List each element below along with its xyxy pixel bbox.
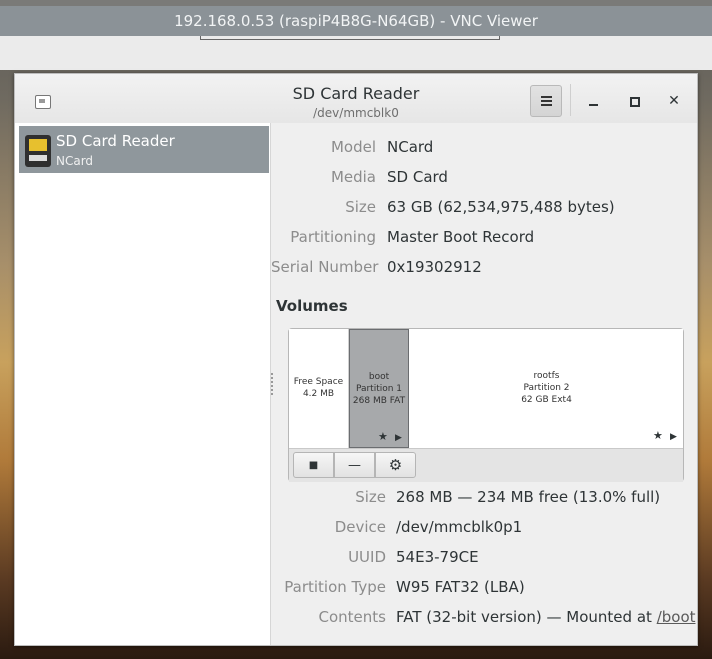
sd-card-icon [25, 135, 51, 167]
device-sidebar: SD Card Reader NCard [15, 123, 271, 645]
serial-number-label: Serial Number [271, 258, 379, 276]
volume-label: boot [368, 372, 390, 382]
unmount-button[interactable]: ■ [293, 452, 334, 478]
partition-type-label: Partition Type [284, 578, 386, 596]
volume-partition: Partition 2 [523, 383, 570, 393]
partition-type-value: W95 FAT32 (LBA) [396, 578, 525, 596]
mount-point-link[interactable]: /boot [657, 608, 696, 626]
play-icon: ▶ [670, 432, 677, 442]
contents-label: Contents [318, 608, 386, 626]
vnc-toolbar-handle[interactable] [200, 36, 500, 40]
model-label: Model [330, 138, 376, 156]
volume-rootfs-partition[interactable]: rootfs Partition 2 62 GB Ext4 ★ ▶ [410, 329, 683, 448]
size-label: Size [345, 198, 376, 216]
sidebar-item-sublabel: NCard [56, 154, 94, 168]
minimize-button[interactable] [584, 91, 604, 111]
size-value: 63 GB (62,534,975,488 bytes) [387, 198, 615, 216]
device-label: Device [334, 518, 386, 536]
close-button[interactable]: ✕ [664, 91, 684, 111]
header-bar: SD Card Reader /dev/mmcblk0 ✕ [15, 74, 697, 124]
sidebar-item-sd-card-reader[interactable]: SD Card Reader NCard [19, 126, 269, 173]
vnc-titlebar: 192.168.0.53 (raspiP4B8G-N64GB) - VNC Vi… [0, 6, 712, 36]
partition-options-button[interactable]: ⚙ [375, 452, 416, 478]
gear-icon: ⚙ [388, 456, 403, 474]
device-value: /dev/mmcblk0p1 [396, 518, 523, 536]
delete-partition-button[interactable]: — [334, 452, 375, 478]
volume-partition: Partition 1 [355, 384, 403, 394]
hamburger-menu-icon [540, 100, 552, 102]
star-icon: ★ [653, 429, 663, 442]
volumes-map: Free Space 4.2 MB boot Partition 1 268 M… [288, 328, 684, 482]
vnc-title: 192.168.0.53 (raspiP4B8G-N64GB) - VNC Vi… [174, 12, 538, 30]
volume-label: rootfs [533, 371, 560, 381]
partitioning-label: Partitioning [290, 228, 376, 246]
model-value: NCard [387, 138, 434, 156]
uuid-value: 54E3-79CE [396, 548, 479, 566]
media-label: Media [330, 168, 376, 186]
stop-icon: ■ [308, 459, 319, 471]
play-icon: ▶ [395, 433, 402, 443]
volume-toolbar: ■ — ⚙ [289, 448, 683, 482]
header-separator [570, 84, 571, 116]
contents-value: FAT (32-bit version) — Mounted at /boot [396, 608, 696, 626]
serial-number-value: 0x19302912 [387, 258, 482, 276]
contents-text: FAT (32-bit version) — Mounted at [396, 608, 652, 626]
minus-icon: — [348, 457, 361, 473]
partition-size-label: Size [355, 488, 386, 506]
pane-resize-grip[interactable] [271, 373, 275, 395]
disks-window: SD Card Reader /dev/mmcblk0 ✕ SD Card Re… [14, 73, 698, 646]
volume-label: Free Space [293, 377, 344, 387]
volume-boot-partition[interactable]: boot Partition 1 268 MB FAT ★ ▶ [349, 329, 409, 448]
volume-size: 268 MB FAT [352, 396, 406, 406]
volume-size: 4.2 MB [302, 389, 335, 399]
volume-size: 62 GB Ext4 [521, 395, 572, 405]
volumes-header: Volumes [276, 297, 348, 315]
uuid-label: UUID [348, 548, 386, 566]
media-value: SD Card [387, 168, 448, 186]
partition-size-value: 268 MB — 234 MB free (13.0% full) [396, 488, 661, 506]
star-icon: ★ [378, 430, 388, 443]
menu-button[interactable] [530, 85, 562, 117]
drive-details-panel: Model NCard Media SD Card Size 63 GB (62… [271, 123, 697, 645]
partitioning-value: Master Boot Record [387, 228, 535, 246]
sidebar-item-label: SD Card Reader [56, 132, 175, 150]
volume-free-space[interactable]: Free Space 4.2 MB [289, 329, 349, 448]
maximize-button[interactable] [624, 91, 644, 111]
vnc-toolbar-area [0, 36, 712, 70]
